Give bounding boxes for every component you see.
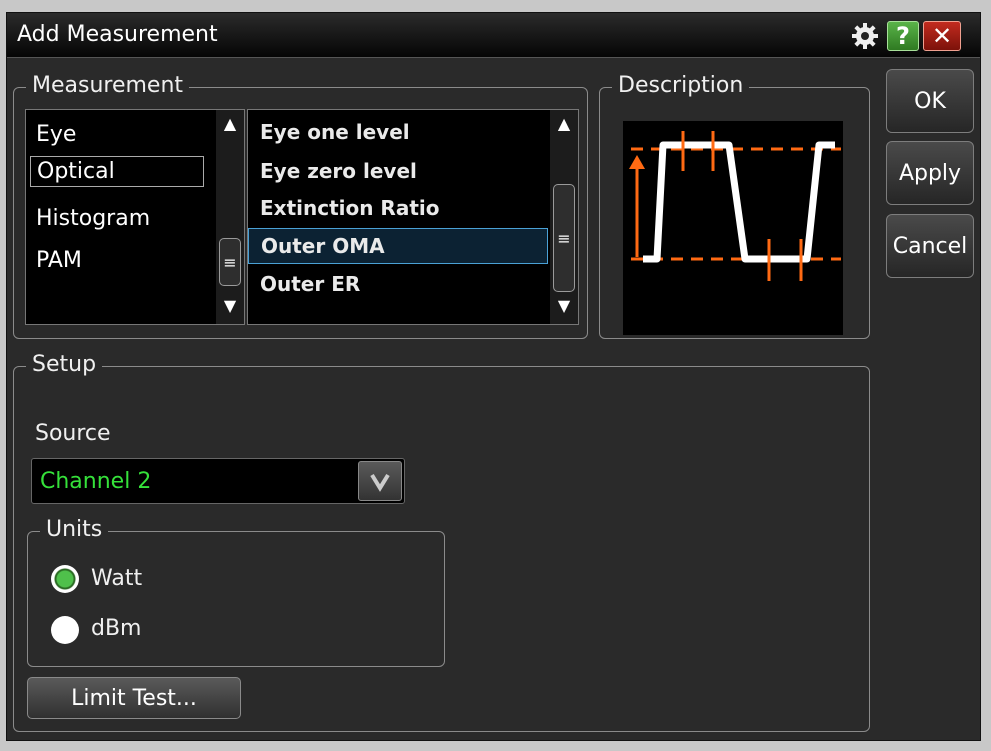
cancel-button[interactable]: Cancel — [886, 214, 974, 278]
limit-test-button[interactable]: Limit Test... — [27, 677, 241, 719]
measurement-list[interactable]: Eye one level Eye zero level Extinction … — [247, 109, 579, 325]
category-item-pam[interactable]: PAM — [36, 248, 82, 273]
category-list[interactable]: Eye Optical Histogram PAM ▲ ≡ ▼ — [25, 109, 245, 325]
gear-icon[interactable] — [849, 21, 881, 51]
units-group-label: Units — [40, 517, 109, 542]
description-group-label: Description — [612, 73, 750, 98]
watt-label[interactable]: Watt — [91, 566, 142, 591]
source-dropdown[interactable]: Channel 2 — [31, 458, 405, 504]
window-title: Add Measurement — [17, 22, 218, 47]
scroll-thumb[interactable]: ≡ — [553, 184, 575, 292]
scroll-thumb[interactable]: ≡ — [219, 238, 241, 286]
add-measurement-dialog: Add Measurement ? ✕ Measurement Eye Opti… — [6, 12, 981, 741]
scroll-up-icon[interactable]: ▲ — [550, 114, 578, 133]
measurement-group-label: Measurement — [26, 73, 190, 98]
scroll-up-icon[interactable]: ▲ — [216, 114, 244, 133]
measurement-item[interactable]: Outer ER — [248, 272, 578, 296]
measurement-item-selected[interactable]: Outer OMA — [248, 228, 548, 264]
measurement-scrollbar[interactable]: ▲ ≡ ▼ — [550, 110, 578, 324]
help-icon[interactable]: ? — [887, 21, 919, 51]
source-label: Source — [35, 421, 111, 446]
dbm-radio[interactable] — [51, 616, 79, 644]
title-bar: Add Measurement ? ✕ — [7, 13, 980, 58]
measurement-item[interactable]: Eye one level — [248, 120, 578, 144]
apply-button[interactable]: Apply — [886, 141, 974, 205]
watt-radio[interactable] — [51, 565, 79, 593]
units-group: Units — [27, 517, 445, 667]
category-item-histogram[interactable]: Histogram — [36, 206, 150, 231]
measurement-item[interactable]: Extinction Ratio — [248, 196, 578, 220]
ok-button[interactable]: OK — [886, 69, 974, 133]
close-icon[interactable]: ✕ — [923, 21, 961, 51]
category-item-eye[interactable]: Eye — [36, 122, 76, 147]
measurement-item[interactable]: Eye zero level — [248, 159, 578, 183]
source-value: Channel 2 — [40, 469, 152, 494]
scroll-down-icon[interactable]: ▼ — [216, 296, 244, 315]
setup-group-label: Setup — [26, 352, 103, 377]
scroll-down-icon[interactable]: ▼ — [550, 296, 578, 315]
category-scrollbar[interactable]: ▲ ≡ ▼ — [216, 110, 244, 324]
dbm-label[interactable]: dBm — [91, 616, 142, 641]
category-item-optical[interactable]: Optical — [30, 156, 204, 187]
chevron-down-icon[interactable] — [358, 461, 402, 501]
oma-waveform-diagram — [623, 121, 843, 335]
